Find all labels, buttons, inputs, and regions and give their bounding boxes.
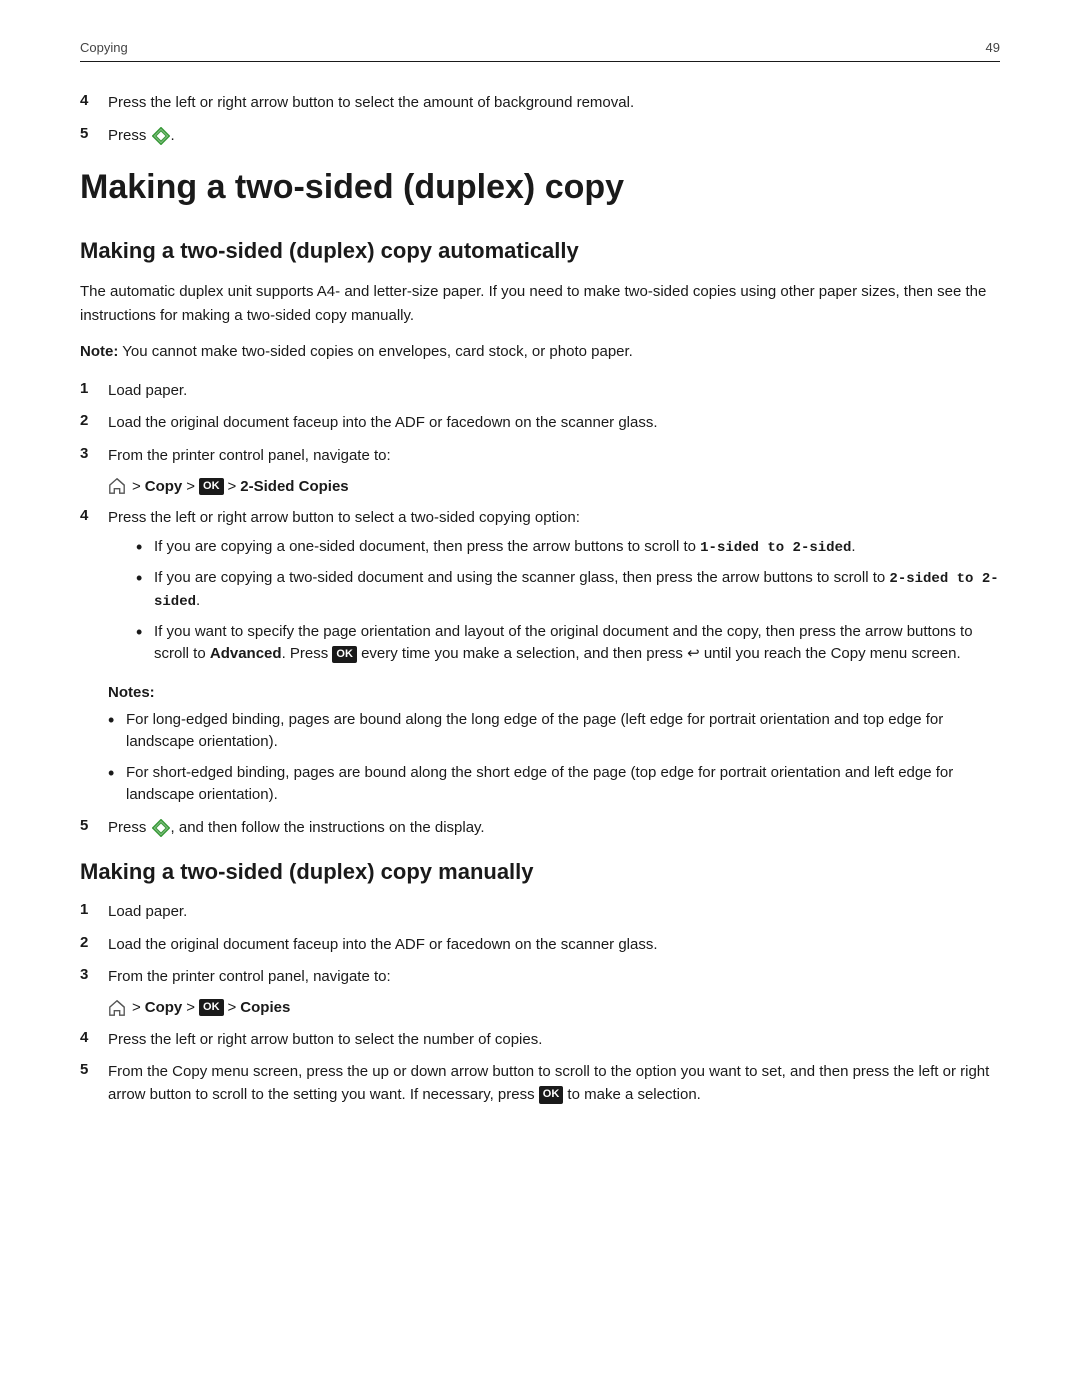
auto-section-note: Note: You cannot make two-sided copies o… bbox=[80, 340, 1000, 364]
step-number: 1 bbox=[80, 380, 108, 397]
header-page-number: 49 bbox=[986, 40, 1000, 55]
ok-badge-manual-5: OK bbox=[539, 1086, 564, 1103]
bullet-text: If you are copying a one-sided document,… bbox=[154, 536, 1000, 559]
nav-arrow: > bbox=[228, 999, 237, 1016]
step-content: Press the left or right arrow button to … bbox=[108, 1029, 1000, 1052]
ok-badge-auto: OK bbox=[199, 478, 224, 495]
step-number: 3 bbox=[80, 966, 108, 983]
step-content: Press the left or right arrow button to … bbox=[108, 92, 1000, 115]
step-content: From the Copy menu screen, press the up … bbox=[108, 1061, 1000, 1106]
header-bar: Copying 49 bbox=[80, 40, 1000, 62]
code-inline: 1-sided to 2-sided bbox=[700, 540, 851, 556]
bullet-dot: • bbox=[108, 709, 126, 732]
nav-arrow: > bbox=[132, 999, 141, 1016]
auto-step-2: 2 Load the original document faceup into… bbox=[80, 412, 1000, 435]
auto-section-title: Making a two-sided (duplex) copy automat… bbox=[80, 238, 1000, 264]
step-content: Press . bbox=[108, 125, 1000, 148]
intro-step-5: 5 Press . bbox=[80, 125, 1000, 148]
bullet-dot: • bbox=[136, 567, 154, 590]
step-content: Press the left or right arrow button to … bbox=[108, 507, 1000, 674]
nav-arrow: > bbox=[132, 478, 141, 495]
bullet-text: If you are copying a two-sided document … bbox=[154, 567, 1000, 613]
note-text: You cannot make two-sided copies on enve… bbox=[122, 343, 633, 360]
manual-step-2: 2 Load the original document faceup into… bbox=[80, 934, 1000, 957]
bullet-text: If you want to specify the page orientat… bbox=[154, 621, 1000, 666]
note-item-2: • For short-edged binding, pages are bou… bbox=[108, 762, 1000, 807]
main-title: Making a two-sided (duplex) copy bbox=[80, 167, 1000, 208]
nav-copies-label: Copies bbox=[240, 999, 290, 1016]
bullet-dot: • bbox=[108, 762, 126, 785]
auto-step-1: 1 Load paper. bbox=[80, 380, 1000, 403]
step-number: 4 bbox=[80, 92, 108, 109]
step-content: From the printer control panel, navigate… bbox=[108, 445, 1000, 468]
manual-step-5: 5 From the Copy menu screen, press the u… bbox=[80, 1061, 1000, 1106]
step-content: Load paper. bbox=[108, 901, 1000, 924]
nav-arrow: > bbox=[186, 478, 195, 495]
intro-step-4: 4 Press the left or right arrow button t… bbox=[80, 92, 1000, 115]
step-number: 5 bbox=[80, 125, 108, 142]
notes-section: Notes: • For long-edged binding, pages a… bbox=[80, 684, 1000, 807]
nav-menu-label: 2-Sided Copies bbox=[240, 478, 348, 495]
nav-arrow: > bbox=[228, 478, 237, 495]
step-number: 5 bbox=[80, 817, 108, 834]
step-content: Load the original document faceup into t… bbox=[108, 934, 1000, 957]
step-number: 4 bbox=[80, 507, 108, 524]
home-icon bbox=[108, 477, 126, 495]
code-inline: 2-sided to 2-sided bbox=[154, 571, 999, 610]
ok-badge-inline: OK bbox=[332, 646, 357, 663]
nav-copy-label-manual: Copy bbox=[145, 999, 183, 1016]
step-number: 2 bbox=[80, 412, 108, 429]
manual-step-4: 4 Press the left or right arrow button t… bbox=[80, 1029, 1000, 1052]
bullet-dot: • bbox=[136, 536, 154, 559]
start-icon bbox=[152, 819, 170, 837]
auto-step-5: 5 Press , and then follow the instructio… bbox=[80, 817, 1000, 840]
bullet-item-2: • If you are copying a two-sided documen… bbox=[136, 567, 1000, 613]
note-label: Note: bbox=[80, 343, 118, 360]
auto-step-3: 3 From the printer control panel, naviga… bbox=[80, 445, 1000, 468]
auto-section-desc: The automatic duplex unit supports A4- a… bbox=[80, 280, 1000, 328]
manual-step-1: 1 Load paper. bbox=[80, 901, 1000, 924]
nav-path-manual: > Copy > OK > Copies bbox=[108, 999, 1000, 1017]
bullet-item-1: • If you are copying a one-sided documen… bbox=[136, 536, 1000, 559]
manual-step-3: 3 From the printer control panel, naviga… bbox=[80, 966, 1000, 989]
step-number: 1 bbox=[80, 901, 108, 918]
notes-bullets: • For long-edged binding, pages are boun… bbox=[108, 709, 1000, 807]
nav-arrow: > bbox=[186, 999, 195, 1016]
notes-label: Notes: bbox=[108, 684, 1000, 701]
header-section: Copying bbox=[80, 40, 128, 55]
step-content: Load paper. bbox=[108, 380, 1000, 403]
step-content: Load the original document faceup into t… bbox=[108, 412, 1000, 435]
start-icon bbox=[152, 127, 170, 145]
bullet-dot: • bbox=[136, 621, 154, 644]
advanced-label: Advanced bbox=[210, 645, 282, 662]
note-text-2: For short-edged binding, pages are bound… bbox=[126, 762, 1000, 807]
step-number: 4 bbox=[80, 1029, 108, 1046]
note-item-1: • For long-edged binding, pages are boun… bbox=[108, 709, 1000, 754]
nav-path-auto: > Copy > OK > 2-Sided Copies bbox=[108, 477, 1000, 495]
step-content: From the printer control panel, navigate… bbox=[108, 966, 1000, 989]
home-icon bbox=[108, 999, 126, 1017]
auto-step-4: 4 Press the left or right arrow button t… bbox=[80, 507, 1000, 674]
bullet-list: • If you are copying a one-sided documen… bbox=[136, 536, 1000, 666]
bullet-item-3: • If you want to specify the page orient… bbox=[136, 621, 1000, 666]
step-number: 3 bbox=[80, 445, 108, 462]
nav-copy-label: Copy bbox=[145, 478, 183, 495]
step-number: 2 bbox=[80, 934, 108, 951]
step-content: Press , and then follow the instructions… bbox=[108, 817, 1000, 840]
ok-badge-manual: OK bbox=[199, 999, 224, 1016]
note-text-1: For long-edged binding, pages are bound … bbox=[126, 709, 1000, 754]
page: Copying 49 4 Press the left or right arr… bbox=[0, 0, 1080, 1397]
manual-section-title: Making a two-sided (duplex) copy manuall… bbox=[80, 859, 1000, 885]
step-number: 5 bbox=[80, 1061, 108, 1078]
